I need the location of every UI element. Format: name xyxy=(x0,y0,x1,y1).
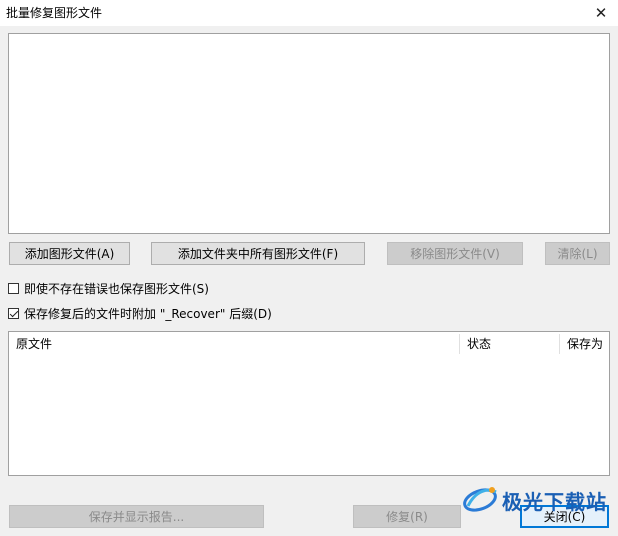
aurora-logo-icon xyxy=(463,487,497,512)
remove-files-button[interactable]: 移除图形文件(V) xyxy=(387,242,523,265)
title-bar: 批量修复图形文件 ✕ xyxy=(0,0,618,26)
append-suffix-checkbox[interactable] xyxy=(8,307,19,319)
column-header-status[interactable]: 状态 xyxy=(460,332,559,354)
save-even-if-no-errors-checkbox[interactable] xyxy=(8,282,19,294)
close-icon[interactable]: ✕ xyxy=(584,0,618,26)
window-title: 批量修复图形文件 xyxy=(6,6,103,20)
add-files-button[interactable]: 添加图形文件(A) xyxy=(9,242,130,265)
append-suffix-option[interactable]: 保存修复后的文件时附加 "_Recover" 后缀(D) xyxy=(8,304,272,322)
watermark-logo: 极光下载站 xyxy=(462,480,612,518)
add-folder-button[interactable]: 添加文件夹中所有图形文件(F) xyxy=(151,242,365,265)
file-list[interactable] xyxy=(8,33,610,234)
column-header-save-as[interactable]: 保存为 xyxy=(560,332,610,354)
clear-button[interactable]: 清除(L) xyxy=(545,242,610,265)
save-and-show-report-button[interactable]: 保存并显示报告... xyxy=(9,505,264,528)
append-suffix-label: 保存修复后的文件时附加 "_Recover" 后缀(D) xyxy=(24,306,272,321)
column-header-original-file[interactable]: 原文件 xyxy=(9,332,459,354)
watermark-text: 极光下载站 xyxy=(502,490,607,514)
repair-button[interactable]: 修复(R) xyxy=(353,505,461,528)
save-even-if-no-errors-option[interactable]: 即使不存在错误也保存图形文件(S) xyxy=(8,279,209,297)
save-even-if-no-errors-label: 即使不存在错误也保存图形文件(S) xyxy=(24,281,209,296)
results-table[interactable]: 原文件 状态 保存为 xyxy=(8,331,610,476)
